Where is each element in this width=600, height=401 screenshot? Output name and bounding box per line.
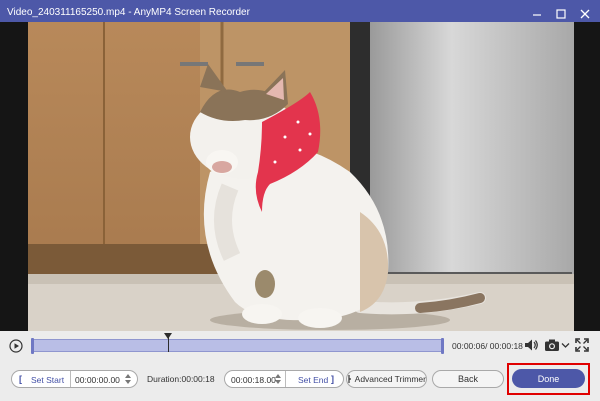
fullscreen-icon [575, 338, 589, 352]
snapshot-dropdown[interactable] [561, 338, 570, 357]
trim-end-icon: ] [331, 374, 334, 384]
divider [285, 371, 286, 387]
play-icon [9, 339, 23, 353]
end-time-group: 00:00:18.00 Set End ] [224, 370, 344, 388]
trim-start-handle[interactable] [31, 338, 34, 354]
play-button[interactable] [9, 339, 23, 353]
camera-icon [545, 339, 559, 351]
back-label: Back [457, 374, 478, 384]
playhead-line[interactable] [167, 336, 169, 352]
maximize-icon [556, 9, 566, 19]
trim-end-handle[interactable] [441, 338, 444, 354]
window-title: Video_240311165250.mp4 - AnyMP4 Screen R… [7, 7, 250, 18]
snapshot-button[interactable] [544, 338, 560, 357]
timeline-bar: 00:00:06/ 00:00:18 [0, 331, 600, 361]
volume-icon [525, 339, 538, 351]
advanced-trimmer-button[interactable]: Advanced Trimmer [346, 370, 427, 388]
fullscreen-button[interactable] [575, 338, 589, 357]
close-icon [580, 9, 590, 19]
end-time-stepper[interactable] [275, 373, 281, 385]
set-end-button[interactable]: Set End [298, 375, 328, 385]
trim-icon [348, 375, 351, 383]
volume-button[interactable] [524, 338, 538, 357]
done-button[interactable]: Done [512, 369, 585, 388]
done-label: Done [537, 373, 560, 384]
chevron-down-icon [561, 343, 570, 348]
end-time-input[interactable]: 00:00:18.00 [231, 375, 276, 385]
back-button[interactable]: Back [432, 370, 504, 388]
advanced-trimmer-label: Advanced Trimmer [354, 374, 426, 384]
trim-track[interactable] [31, 338, 444, 354]
video-frame [0, 22, 600, 332]
time-display: 00:00:06/ 00:00:18 [452, 341, 523, 351]
video-preview[interactable] [0, 22, 600, 332]
minimize-icon [533, 14, 541, 16]
